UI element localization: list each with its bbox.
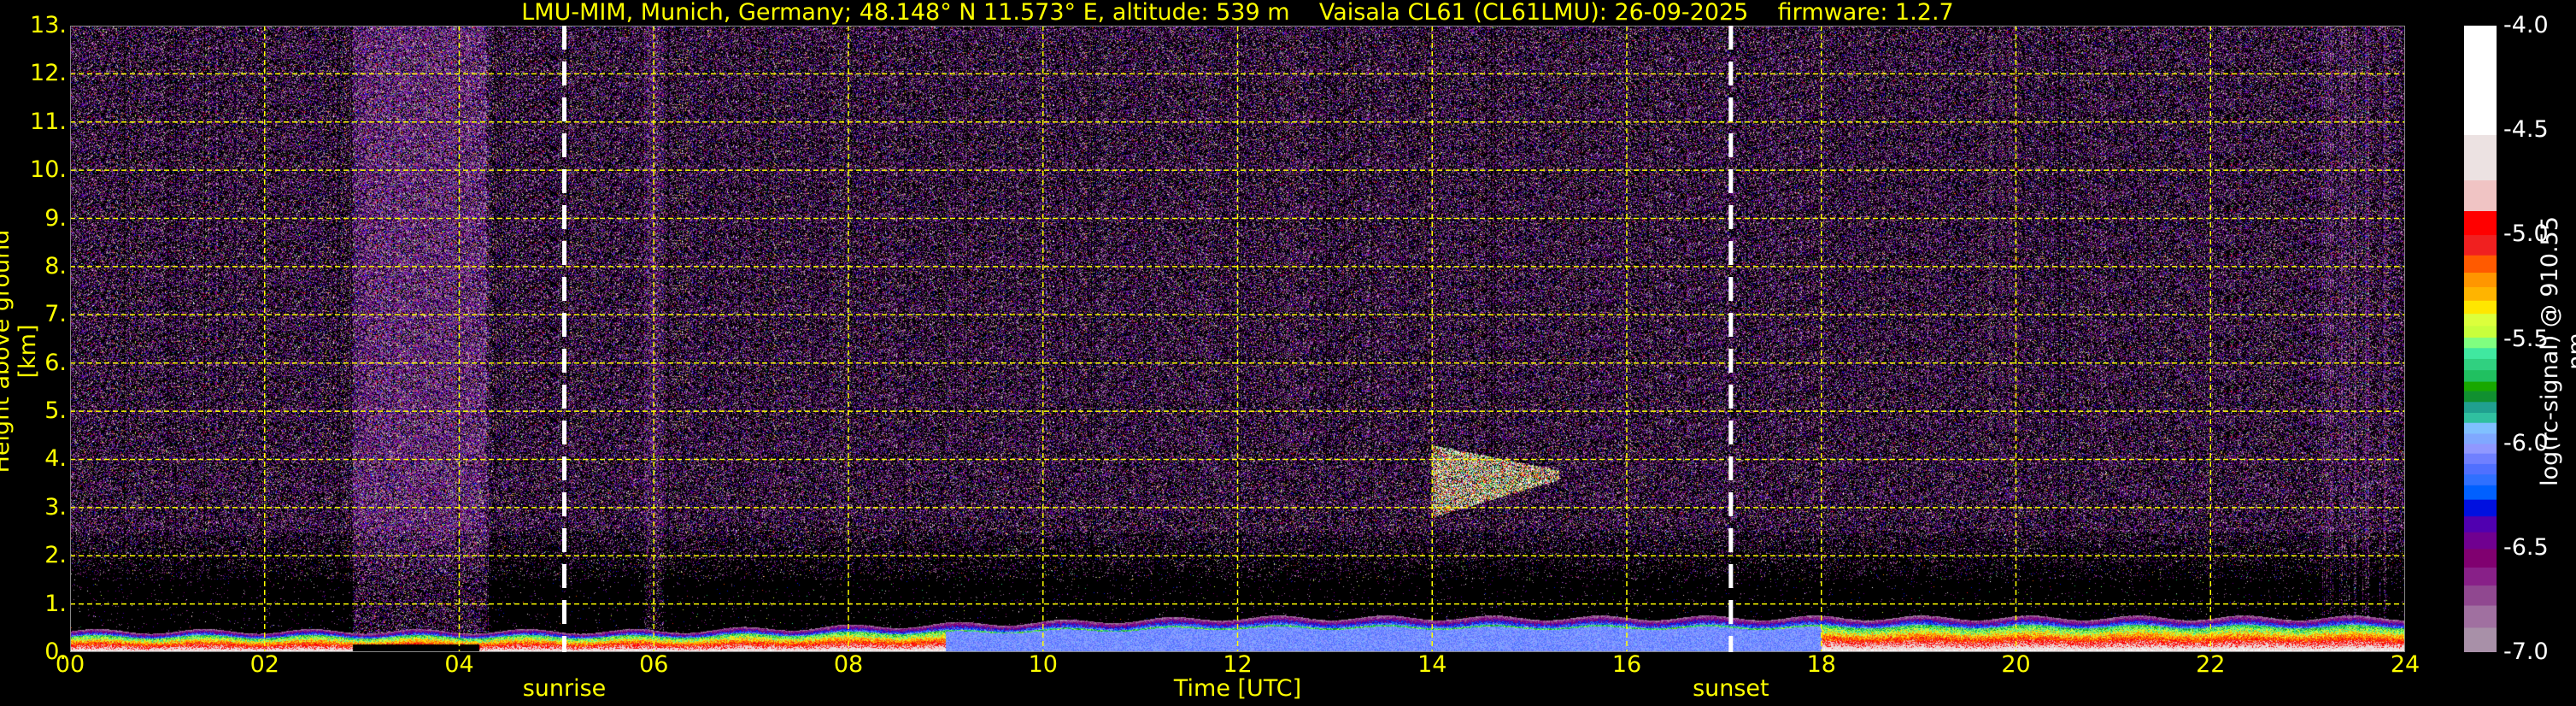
colorbar-band	[2464, 286, 2497, 302]
colorbar-band	[2464, 391, 2497, 403]
y-tick-label: 13.	[30, 13, 67, 38]
colorbar-band	[2464, 516, 2497, 533]
colorbar-label: log(rc-signal) @ 910.55 nm	[2537, 216, 2576, 486]
x-tick-label: 06	[639, 651, 669, 678]
colorbar-band	[2464, 338, 2497, 349]
colorbar-tick-label: -4.5	[2503, 116, 2549, 144]
colorbar-band	[2464, 499, 2497, 517]
chart-title: LMU-MIM, Munich, Germany; 48.148° N 11.5…	[521, 0, 1954, 26]
colorbar-band	[2464, 444, 2497, 455]
x-tick-label: 14	[1417, 651, 1447, 678]
y-tick-label: 11.	[30, 109, 67, 135]
colorbar-band	[2464, 474, 2497, 486]
x-tick-label: 20	[2001, 651, 2031, 678]
colorbar-band	[2464, 605, 2497, 628]
colorbar-band	[2464, 314, 2497, 327]
colorbar-band	[2464, 585, 2497, 607]
x-tick-label: 00	[55, 651, 85, 678]
colorbar-band	[2464, 235, 2497, 256]
x-axis-label: Time [UTC]	[1173, 675, 1302, 702]
colorbar-band	[2464, 273, 2497, 288]
x-tick-label: 10	[1028, 651, 1058, 678]
colorbar-band	[2464, 568, 2497, 586]
plot-area	[70, 26, 2405, 652]
y-axis-label: Height above ground [km]	[0, 229, 41, 474]
y-tick-label: 2.	[44, 543, 67, 569]
x-tick-label: 24	[2390, 651, 2421, 678]
x-tick-label: 12	[1223, 651, 1253, 678]
colorbar-band	[2464, 210, 2497, 236]
colorbar-band	[2464, 422, 2497, 434]
colorbar-band	[2464, 627, 2497, 652]
colorbar-band	[2464, 135, 2497, 181]
colorbar-band	[2464, 326, 2497, 338]
colorbar-band	[2464, 180, 2497, 212]
colorbar-band	[2464, 370, 2497, 383]
x-tick-label: 16	[1611, 651, 1642, 678]
colorbar-tick-label: -7.0	[2503, 638, 2549, 665]
colorbar-band	[2464, 549, 2497, 568]
colorbar-band	[2464, 255, 2497, 274]
colorbar-tick-label: -4.0	[2503, 12, 2549, 38]
colorbar-tick-label: -6.5	[2503, 533, 2549, 561]
colorbar-band	[2464, 348, 2497, 360]
grid-overlay	[70, 26, 2405, 652]
colorbar	[2464, 26, 2497, 652]
y-tick-label: 1.	[44, 591, 67, 617]
colorbar-band	[2464, 381, 2497, 392]
x-tick-label: 22	[2196, 651, 2226, 678]
y-tick-label: 10.	[30, 157, 67, 184]
y-tick-label: 3.	[44, 494, 67, 521]
x-tick-label: 08	[833, 651, 864, 678]
colorbar-band	[2464, 433, 2497, 444]
x-tick-label: 18	[1806, 651, 1836, 678]
colorbar-band	[2464, 453, 2497, 465]
sunset-label: sunset	[1693, 675, 1769, 702]
colorbar-band	[2464, 26, 2497, 136]
colorbar-band	[2464, 300, 2497, 315]
sunrise-label: sunrise	[522, 675, 607, 702]
x-tick-label: 04	[444, 651, 474, 678]
colorbar-band	[2464, 358, 2497, 371]
colorbar-band	[2464, 532, 2497, 550]
colorbar-band	[2464, 485, 2497, 501]
x-tick-label: 02	[249, 651, 279, 678]
colorbar-band	[2464, 412, 2497, 424]
colorbar-band	[2464, 463, 2497, 475]
y-tick-label: 12.	[30, 61, 67, 87]
colorbar-band	[2464, 402, 2497, 414]
